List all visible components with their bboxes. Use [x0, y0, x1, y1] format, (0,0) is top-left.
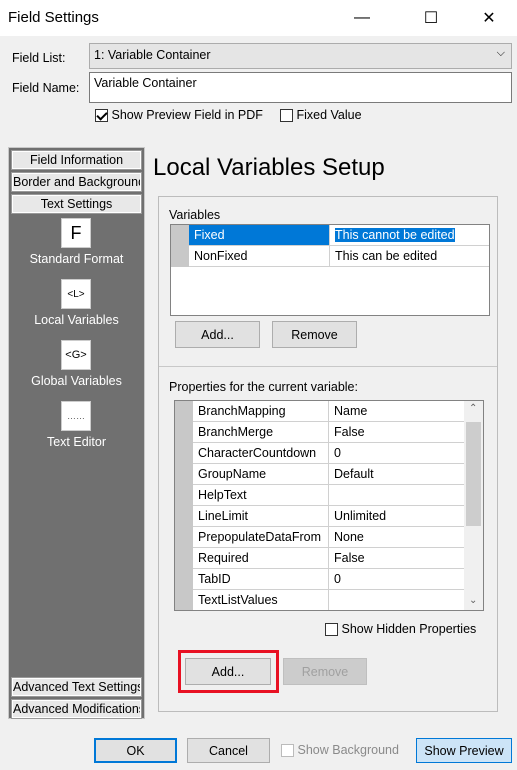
property-value[interactable]: 0: [329, 569, 465, 589]
property-name: BranchMapping: [193, 401, 329, 421]
minimize-button[interactable]: —: [339, 0, 385, 36]
title-bar: Field Settings — ☐ ✕: [0, 0, 517, 36]
property-value[interactable]: None: [329, 527, 465, 547]
property-name: Required: [193, 548, 329, 568]
row-header: [175, 401, 193, 610]
property-row[interactable]: Required False: [193, 548, 465, 569]
property-row[interactable]: CharacterCountdown 0: [193, 443, 465, 464]
row-header: [171, 225, 189, 267]
property-value[interactable]: [329, 590, 465, 610]
show-hidden-properties-checkbox[interactable]: Show Hidden Properties: [325, 622, 477, 637]
fixed-value-checkbox[interactable]: Fixed Value: [280, 108, 362, 123]
text-editor-icon[interactable]: ……: [61, 401, 91, 431]
variable-name: Fixed: [189, 225, 330, 245]
checkbox-icon: [325, 623, 338, 637]
checkbox-icon: [95, 109, 108, 123]
remove-variable-button[interactable]: Remove: [272, 321, 357, 348]
property-row[interactable]: TextListValues: [193, 590, 465, 610]
checkbox-icon: [280, 109, 293, 123]
border-background-button[interactable]: Border and Background: [11, 172, 142, 192]
property-row[interactable]: PrepopulateDataFrom None: [193, 527, 465, 548]
property-name: TextListValues: [193, 590, 329, 610]
show-background-label: Show Background: [297, 743, 399, 757]
property-row[interactable]: GroupName Default: [193, 464, 465, 485]
close-button[interactable]: ✕: [466, 0, 512, 36]
variables-grid[interactable]: Fixed This cannot be edited NonFixed Thi…: [170, 224, 490, 316]
page-heading: Local Variables Setup: [153, 154, 385, 181]
field-name-input[interactable]: Variable Container: [89, 72, 512, 103]
variable-row[interactable]: NonFixed This can be edited: [189, 246, 489, 267]
property-value[interactable]: Unlimited: [329, 506, 465, 526]
show-preview-button[interactable]: Show Preview: [416, 738, 512, 763]
variable-value[interactable]: This can be edited: [330, 246, 489, 266]
field-list-value: 1: Variable Container: [94, 48, 211, 62]
properties-scrollbar[interactable]: ⌃ ⌄: [464, 401, 483, 610]
show-hidden-label: Show Hidden Properties: [341, 622, 477, 636]
property-value[interactable]: False: [329, 548, 465, 568]
property-name: BranchMerge: [193, 422, 329, 442]
property-name: PrepopulateDataFrom: [193, 527, 329, 547]
property-value[interactable]: [329, 485, 465, 505]
property-name: TabID: [193, 569, 329, 589]
property-row[interactable]: TabID 0: [193, 569, 465, 590]
properties-label: Properties for the current variable:: [169, 380, 358, 394]
scroll-down-icon[interactable]: ⌄: [469, 595, 477, 606]
property-name: LineLimit: [193, 506, 329, 526]
variable-row-selected[interactable]: Fixed This cannot be edited: [189, 225, 489, 246]
chevron-down-icon: ⌵: [496, 47, 505, 59]
property-row[interactable]: BranchMerge False: [193, 422, 465, 443]
add-property-button[interactable]: Add...: [185, 658, 271, 685]
show-preview-pdf-checkbox[interactable]: Show Preview Field in PDF: [95, 108, 263, 123]
remove-property-button: Remove: [283, 658, 367, 685]
global-variables-label[interactable]: Global Variables: [9, 374, 144, 388]
field-name-label: Field Name:: [12, 81, 80, 95]
properties-grid[interactable]: BranchMapping Name BranchMerge False Charact…: [174, 400, 484, 611]
maximize-button[interactable]: ☐: [408, 0, 454, 36]
property-value[interactable]: 0: [329, 443, 465, 463]
property-row[interactable]: HelpText: [193, 485, 465, 506]
variable-value[interactable]: This cannot be edited: [335, 228, 455, 242]
property-value[interactable]: Default: [329, 464, 465, 484]
text-editor-label[interactable]: Text Editor: [9, 435, 144, 449]
checkbox-icon: [281, 744, 294, 758]
field-list-label: Field List:: [12, 51, 66, 65]
standard-format-label[interactable]: Standard Format: [9, 252, 144, 266]
variables-label: Variables: [169, 208, 221, 222]
sidebar: Field Information Border and Background …: [8, 147, 145, 719]
local-variables-icon[interactable]: <L>: [61, 279, 91, 309]
property-value[interactable]: False: [329, 422, 465, 442]
variable-name: NonFixed: [189, 246, 330, 266]
field-list-select[interactable]: 1: Variable Container ⌵: [89, 43, 512, 69]
scrollbar-thumb[interactable]: [466, 422, 481, 526]
show-background-checkbox: Show Background: [281, 743, 399, 758]
property-name: HelpText: [193, 485, 329, 505]
property-name: GroupName: [193, 464, 329, 484]
show-preview-pdf-label: Show Preview Field in PDF: [111, 108, 263, 122]
scroll-up-icon[interactable]: ⌃: [469, 403, 477, 414]
ok-button[interactable]: OK: [94, 738, 177, 763]
standard-format-icon[interactable]: F: [61, 218, 91, 248]
property-row[interactable]: LineLimit Unlimited: [193, 506, 465, 527]
cancel-button[interactable]: Cancel: [187, 738, 270, 763]
advanced-text-settings-button[interactable]: Advanced Text Settings: [11, 677, 142, 697]
global-variables-icon[interactable]: <G>: [61, 340, 91, 370]
variables-group: Variables Fixed This cannot be edited No…: [158, 196, 498, 712]
property-row[interactable]: BranchMapping Name: [193, 401, 465, 422]
property-name: CharacterCountdown: [193, 443, 329, 463]
local-variables-label[interactable]: Local Variables: [9, 313, 144, 327]
property-value[interactable]: Name: [329, 401, 465, 421]
add-variable-button[interactable]: Add...: [175, 321, 260, 348]
fixed-value-label: Fixed Value: [296, 108, 362, 122]
text-settings-button[interactable]: Text Settings: [11, 194, 142, 214]
divider: [159, 366, 497, 367]
field-information-button[interactable]: Field Information: [11, 150, 142, 170]
advanced-modifications-button[interactable]: Advanced Modifications: [11, 699, 142, 719]
window-title: Field Settings: [8, 9, 99, 26]
